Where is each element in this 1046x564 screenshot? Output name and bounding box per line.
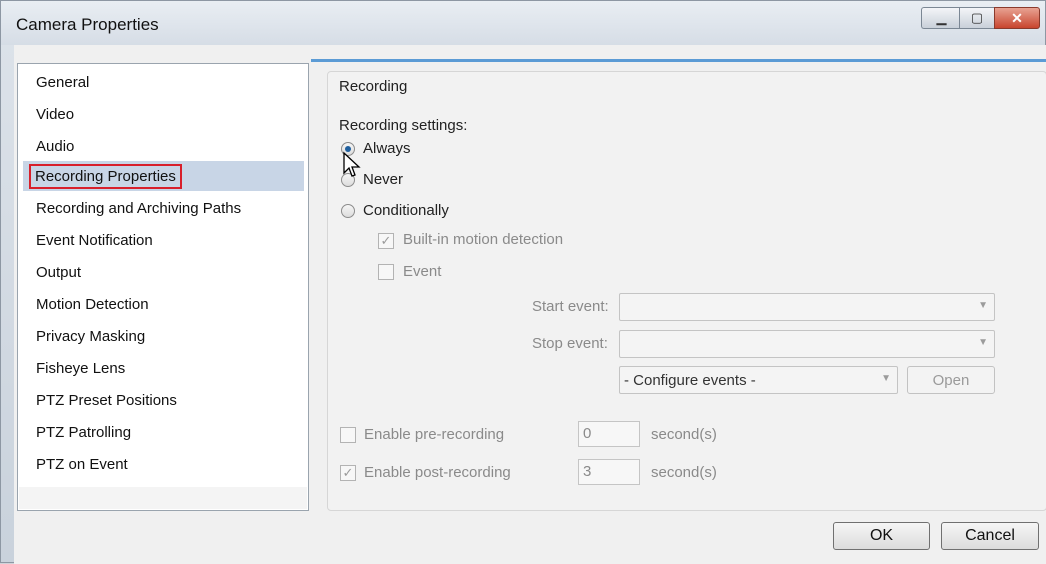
configure-events-value: - Configure events - <box>624 371 756 389</box>
recording-group-title: Recording <box>339 78 408 95</box>
pre-recording-label: Enable pre-recording <box>364 426 505 443</box>
nav-item-event-notification[interactable]: Event Notification <box>23 225 304 255</box>
cancel-button[interactable]: Cancel <box>941 522 1039 550</box>
mouse-pointer-icon <box>343 151 361 177</box>
chevron-down-icon: ▼ <box>978 337 988 348</box>
conditionally-label[interactable]: Conditionally <box>363 202 449 219</box>
chevron-down-icon: ▼ <box>978 300 988 311</box>
configure-events-dropdown[interactable]: - Configure events - ▼ <box>619 366 898 394</box>
nav-item-motion-detection[interactable]: Motion Detection <box>23 289 304 319</box>
title-bar[interactable]: Camera Properties ▁ ▢ ✕ <box>1 1 1045 45</box>
maximize-button[interactable]: ▢ <box>959 7 995 29</box>
conditionally-radio[interactable] <box>341 204 355 218</box>
nav-item-ptz-on-event[interactable]: PTZ on Event <box>23 449 304 479</box>
nav-item-ptz-preset-positions[interactable]: PTZ Preset Positions <box>23 385 304 415</box>
builtin-motion-label: Built-in motion detection <box>403 231 564 248</box>
post-recording-seconds-input[interactable]: 3 <box>578 459 640 485</box>
nav-item-video[interactable]: Video <box>23 99 304 129</box>
recording-group-panel <box>327 71 1046 511</box>
nav-item-audio[interactable]: Audio <box>23 131 304 161</box>
stop-event-dropdown[interactable]: ▼ <box>619 330 995 358</box>
minimize-button[interactable]: ▁ <box>921 7 961 29</box>
builtin-motion-checkbox[interactable]: ✓ <box>378 233 394 249</box>
never-label[interactable]: Never <box>363 171 403 188</box>
nav-item-privacy-masking[interactable]: Privacy Masking <box>23 321 304 351</box>
open-button[interactable]: Open <box>907 366 995 394</box>
ok-button[interactable]: OK <box>833 522 930 550</box>
nav-item-fisheye-lens[interactable]: Fisheye Lens <box>23 353 304 383</box>
nav-item-ptz-patrolling[interactable]: PTZ Patrolling <box>23 417 304 447</box>
dialog-client-area: General Video Audio Recording Properties… <box>14 45 1046 564</box>
event-label: Event <box>403 263 442 280</box>
start-event-dropdown[interactable]: ▼ <box>619 293 995 321</box>
stop-event-label: Stop event: <box>532 335 608 352</box>
pre-recording-checkbox[interactable] <box>340 427 356 443</box>
post-recording-label: Enable post-recording <box>364 464 511 481</box>
nav-item-general[interactable]: General <box>23 67 304 97</box>
post-recording-checkbox[interactable]: ✓ <box>340 465 356 481</box>
chevron-down-icon: ▼ <box>881 373 891 384</box>
close-button[interactable]: ✕ <box>994 7 1040 29</box>
nav-list-bottom <box>19 487 307 509</box>
pre-recording-unit: second(s) <box>651 426 717 443</box>
accent-divider <box>311 59 1046 62</box>
start-event-label: Start event: <box>532 298 609 315</box>
post-recording-unit: second(s) <box>651 464 717 481</box>
always-label[interactable]: Always <box>363 140 411 157</box>
camera-properties-window: Camera Properties ▁ ▢ ✕ General Video Au… <box>0 0 1046 564</box>
pre-recording-seconds-input[interactable]: 0 <box>578 421 640 447</box>
nav-item-recording-properties[interactable]: Recording Properties <box>23 161 304 191</box>
selected-highlight: Recording Properties <box>29 163 182 189</box>
nav-item-output[interactable]: Output <box>23 257 304 287</box>
window-title: Camera Properties <box>16 15 159 34</box>
event-checkbox[interactable] <box>378 264 394 280</box>
settings-nav-list: General Video Audio Recording Properties… <box>17 63 309 511</box>
nav-item-recording-archiving-paths[interactable]: Recording and Archiving Paths <box>23 193 304 223</box>
recording-settings-label: Recording settings: <box>339 117 468 134</box>
